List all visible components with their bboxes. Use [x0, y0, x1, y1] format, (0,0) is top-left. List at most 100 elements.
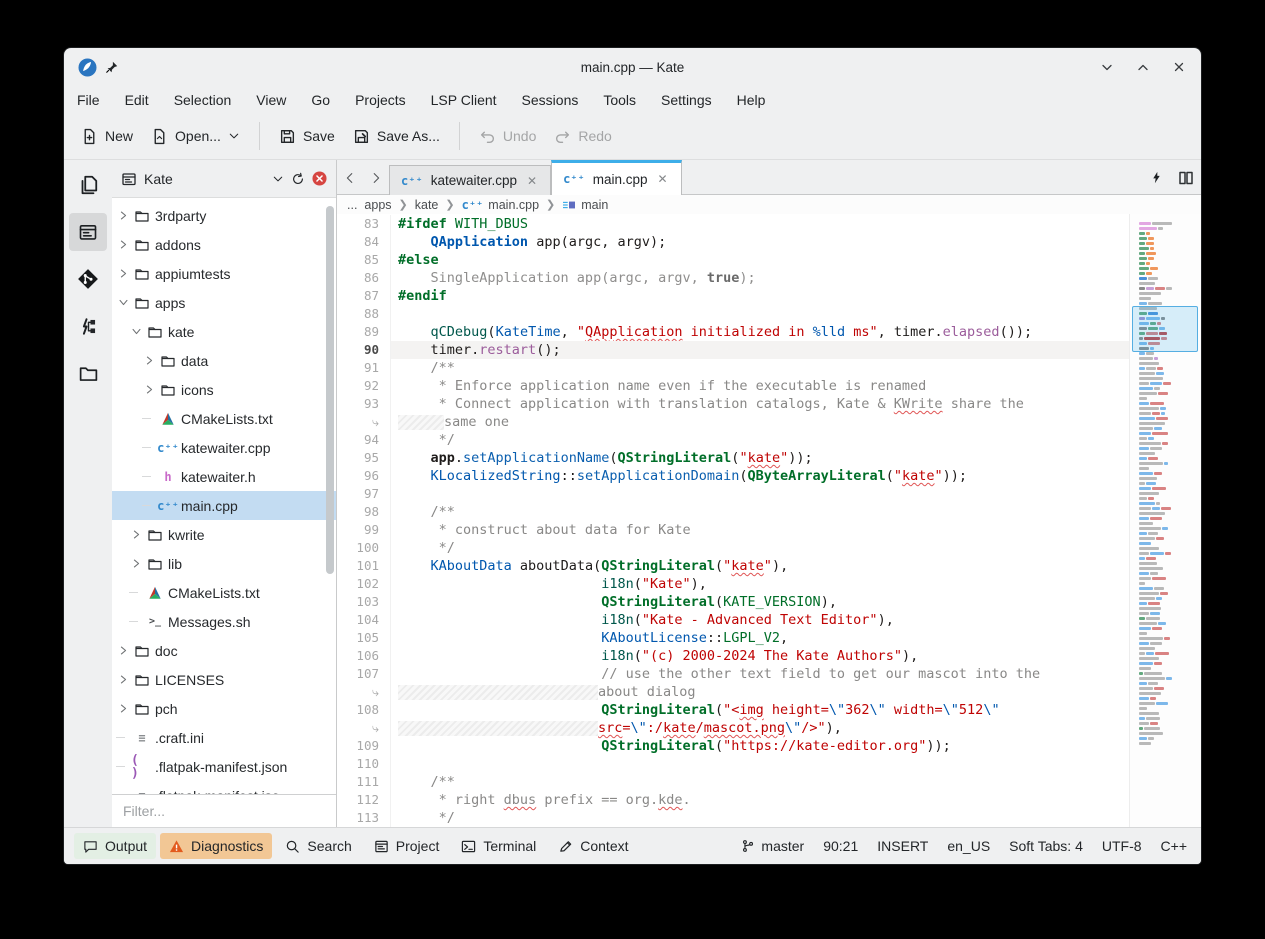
tree-item-cmakelists-txt[interactable]: CMakeLists.txt — [112, 578, 336, 607]
redo-button[interactable]: Redo — [545, 121, 620, 152]
chevron-right-icon[interactable] — [142, 384, 157, 395]
maximize-button[interactable] — [1135, 59, 1151, 75]
status-insert[interactable]: INSERT — [877, 838, 928, 854]
status-utf-8[interactable]: UTF-8 — [1102, 838, 1142, 854]
menu-lsp-client[interactable]: LSP Client — [431, 92, 497, 108]
status-90-21[interactable]: 90:21 — [823, 838, 858, 854]
tree-item-addons[interactable]: addons — [112, 230, 336, 259]
tree-item-doc[interactable]: doc — [112, 636, 336, 665]
minimap-row — [1139, 267, 1196, 270]
status-soft-tabs-4[interactable]: Soft Tabs: 4 — [1009, 838, 1083, 854]
status-field-label: C++ — [1161, 838, 1187, 854]
status-view-terminal[interactable]: Terminal — [452, 833, 545, 859]
tree-item-craft-ini[interactable]: ≡.craft.ini — [112, 723, 336, 752]
status-en-us[interactable]: en_US — [947, 838, 990, 854]
tree-item-icons[interactable]: icons — [112, 375, 336, 404]
undo-button[interactable]: Undo — [470, 121, 545, 152]
tree-item-pch[interactable]: pch — [112, 694, 336, 723]
refresh-icon[interactable] — [291, 172, 305, 186]
minimize-button[interactable] — [1099, 59, 1115, 75]
tree-item-kwrite[interactable]: kwrite — [112, 520, 336, 549]
tree-item-flatpak-manifest-json[interactable]: ( ).flatpak-manifest.json — [112, 752, 336, 781]
tab-close-icon[interactable]: ✕ — [525, 174, 539, 188]
tree-item-flatpak-manifest-jso[interactable]: ≡.flatpak-manifest.jso — [112, 781, 336, 794]
tree-item-lib[interactable]: lib — [112, 549, 336, 578]
chevron-right-icon[interactable] — [142, 355, 157, 366]
menu-selection[interactable]: Selection — [174, 92, 232, 108]
tab-nav-back[interactable] — [337, 161, 363, 194]
close-button[interactable] — [1171, 59, 1187, 75]
breadcrumb-main-cpp[interactable]: c⁺⁺main.cpp — [462, 198, 539, 212]
breadcrumb-apps[interactable]: apps — [364, 198, 391, 212]
breadcrumb-main[interactable]: main — [562, 198, 608, 212]
menu-tools[interactable]: Tools — [603, 92, 636, 108]
status-view-project[interactable]: Project — [365, 833, 449, 859]
menu-file[interactable]: File — [77, 92, 100, 108]
tree-item-apps[interactable]: apps — [112, 288, 336, 317]
status-c[interactable]: C++ — [1161, 838, 1187, 854]
chevron-down-icon[interactable] — [272, 173, 284, 185]
tree-item-katewaiter-h[interactable]: hkatewaiter.h — [112, 462, 336, 491]
open-button[interactable]: Open... — [142, 121, 249, 152]
tree-item-3rdparty[interactable]: 3rdparty — [112, 201, 336, 230]
sidebar-tool-symbols[interactable] — [69, 307, 107, 345]
tab-nav-forward[interactable] — [363, 161, 389, 194]
pin-icon[interactable] — [105, 60, 119, 74]
code-line-90: 90 timer.restart(); — [337, 341, 1129, 359]
sidebar-tool-filesystem[interactable] — [69, 354, 107, 392]
menu-sessions[interactable]: Sessions — [522, 92, 579, 108]
save-as-button[interactable]: Save As... — [344, 121, 449, 152]
status-view-search[interactable]: Search — [276, 833, 360, 859]
status-view-context[interactable]: Context — [549, 833, 637, 859]
split-button[interactable] — [1171, 161, 1201, 194]
breadcrumb-kate[interactable]: kate — [415, 198, 439, 212]
chevron-down-icon[interactable] — [116, 297, 131, 308]
chevron-right-icon[interactable] — [129, 558, 144, 569]
tree-item-data[interactable]: data — [112, 346, 336, 375]
close-project-icon[interactable] — [312, 171, 327, 186]
breadcrumb-[interactable]: ... — [347, 198, 357, 212]
lightning-button[interactable] — [1141, 161, 1171, 194]
sidebar-tool-project-list[interactable] — [69, 213, 107, 251]
chevron-right-icon[interactable] — [116, 268, 131, 279]
chevron-right-icon[interactable] — [116, 674, 131, 685]
tree-item-main-cpp[interactable]: c⁺⁺main.cpp — [112, 491, 336, 520]
tree-item-messages-sh[interactable]: >_Messages.sh — [112, 607, 336, 636]
menu-go[interactable]: Go — [311, 92, 330, 108]
minimap-scrollbar[interactable] — [1129, 214, 1201, 827]
menu-settings[interactable]: Settings — [661, 92, 712, 108]
tree-item-katewaiter-cpp[interactable]: c⁺⁺katewaiter.cpp — [112, 433, 336, 462]
tree-scrollbar[interactable] — [326, 206, 334, 574]
titlebar[interactable]: main.cpp — Kate — [64, 48, 1201, 86]
code-view[interactable]: 83#ifdef WITH_DBUS84 QApplication app(ar… — [337, 214, 1129, 827]
code-text: i18n("(c) 2000-2024 The Kate Authors"), — [390, 647, 1129, 665]
chevron-right-icon[interactable] — [116, 703, 131, 714]
menu-view[interactable]: View — [256, 92, 286, 108]
chevron-down-icon[interactable] — [129, 326, 144, 337]
tree-item-appiumtests[interactable]: appiumtests — [112, 259, 336, 288]
sidebar-tool-git[interactable] — [69, 260, 107, 298]
chevron-right-icon[interactable] — [116, 645, 131, 656]
chevron-right-icon[interactable] — [116, 239, 131, 250]
tree-item-licenses[interactable]: LICENSES — [112, 665, 336, 694]
tab-close-icon[interactable]: ✕ — [656, 172, 670, 186]
sidebar-tool-documents[interactable] — [69, 166, 107, 204]
tree-item-cmakelists-txt[interactable]: CMakeLists.txt — [112, 404, 336, 433]
filter-input[interactable] — [121, 802, 327, 820]
status-view-diagnostics[interactable]: Diagnostics — [160, 833, 272, 859]
line-number: 112 — [337, 791, 390, 809]
save-button[interactable]: Save — [270, 121, 344, 152]
status-view-output[interactable]: Output — [74, 833, 156, 859]
new-button[interactable]: New — [72, 121, 142, 152]
menu-help[interactable]: Help — [737, 92, 766, 108]
undo-icon — [479, 128, 496, 145]
tab-katewaiter-cpp[interactable]: c⁺⁺katewaiter.cpp✕ — [389, 165, 551, 195]
tree-item-kate[interactable]: kate — [112, 317, 336, 346]
status-master[interactable]: master — [741, 838, 804, 854]
minimap-viewport[interactable] — [1132, 306, 1198, 352]
menu-projects[interactable]: Projects — [355, 92, 406, 108]
chevron-right-icon[interactable] — [129, 529, 144, 540]
menu-edit[interactable]: Edit — [125, 92, 149, 108]
tab-main-cpp[interactable]: c⁺⁺main.cpp✕ — [551, 160, 682, 195]
chevron-right-icon[interactable] — [116, 210, 131, 221]
